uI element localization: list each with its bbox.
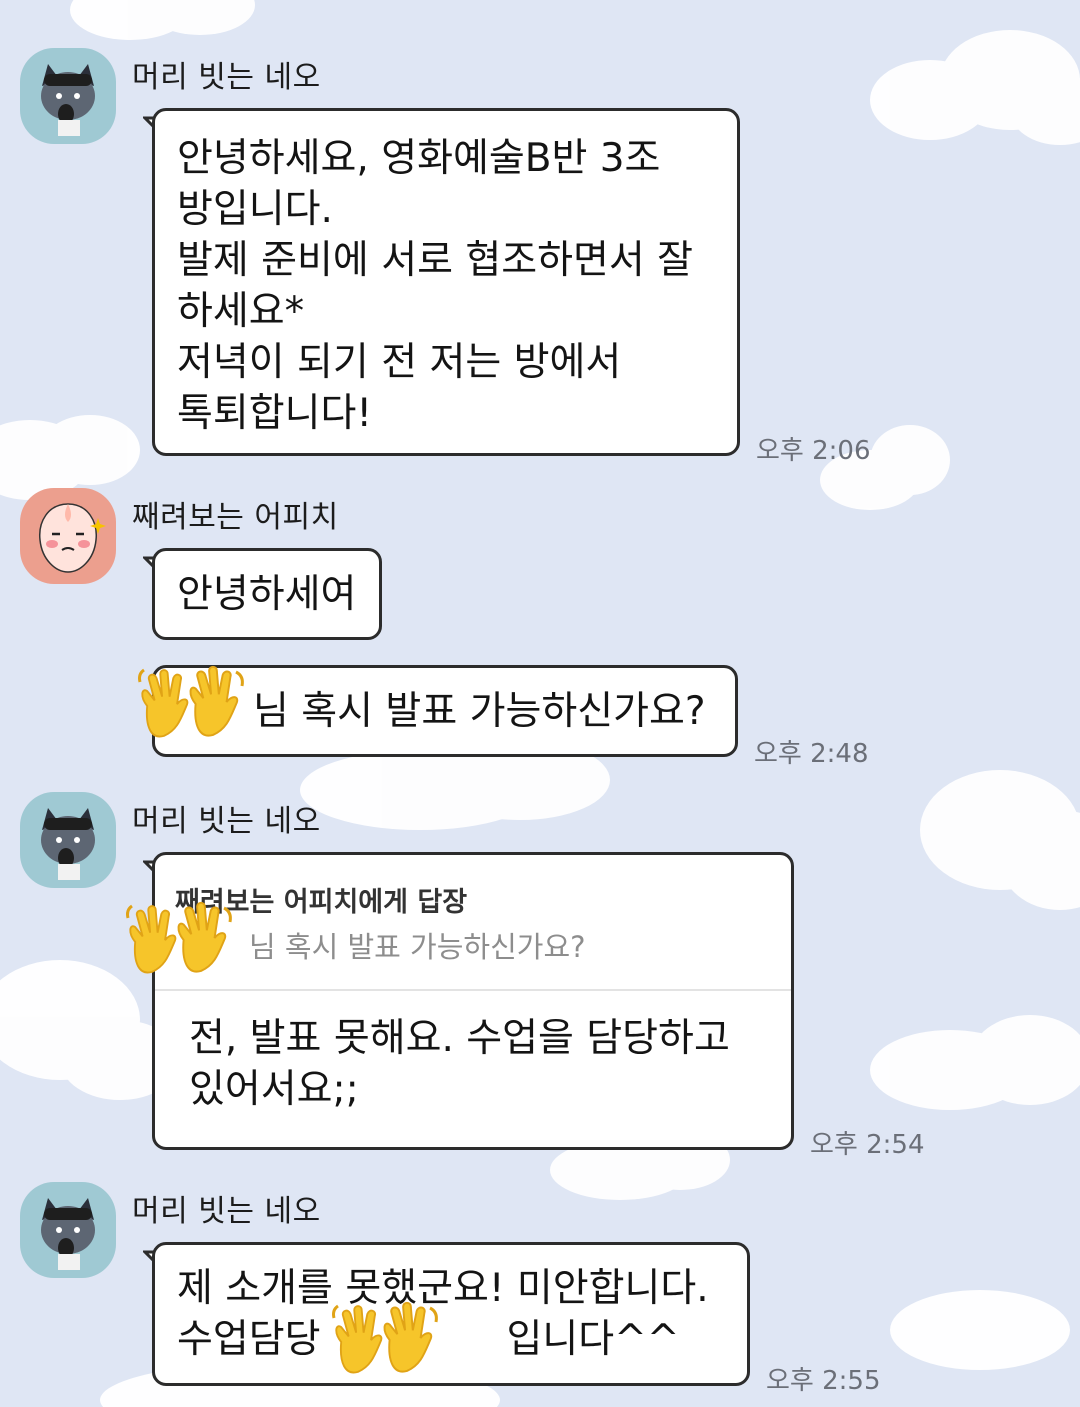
message-bubble[interactable]: 안녕하세여 <box>152 548 382 640</box>
message-text: 톡퇴합니다! <box>177 391 373 436</box>
message-text: 안녕하세요, 영화예술B반 3조 <box>177 136 661 181</box>
clapping-hands-emoji-icon <box>136 664 248 748</box>
message-text: 방입니다. <box>177 187 333 232</box>
message-text: 전, 발표 못해요. 수업을 담당하고 <box>189 1016 730 1061</box>
reply-message-bubble[interactable]: 째려보는 어피치에게 답장 님 혹시 발표 가능하신가요? 전, 발표 못해요.… <box>152 852 794 1150</box>
sender-name: 머리 빗는 네오 <box>132 1194 321 1229</box>
sender-name: 머리 빗는 네오 <box>132 804 321 839</box>
clapping-hands-emoji-icon <box>124 900 236 984</box>
timestamp: 오후 2:06 <box>756 436 871 466</box>
message-text: 있어서요;; <box>189 1067 359 1112</box>
reply-to-label: 째려보는 어피치에게 답장 <box>175 887 468 918</box>
message-text: 발제 준비에 서로 협조하면서 잘 <box>177 238 694 283</box>
sender-name: 째려보는 어피치 <box>132 500 339 535</box>
message-text: 하세요* <box>177 289 305 334</box>
clapping-hands-emoji-icon <box>330 1300 442 1384</box>
apeach-avatar-icon[interactable] <box>20 488 116 584</box>
message-text: 안녕하세여 <box>177 572 357 617</box>
message-text: 수업담당 <box>177 1317 321 1362</box>
message-bubble[interactable]: 안녕하세요, 영화예술B반 3조 방입니다. 발제 준비에 서로 협조하면서 잘… <box>152 108 740 456</box>
timestamp: 오후 2:54 <box>810 1130 925 1160</box>
reply-quote-text: 님 혹시 발표 가능하신가요? <box>249 930 586 964</box>
message-text: 입니다^^ <box>506 1317 680 1362</box>
neo-avatar-icon[interactable] <box>20 1182 116 1278</box>
neo-avatar-icon[interactable] <box>20 792 116 888</box>
message-text: 제 소개를 못했군요! 미안합니다. <box>177 1266 709 1311</box>
message-line: 수업담당 입니다^^ <box>177 1314 725 1365</box>
message-text: 님 혹시 발표 가능하신가요? <box>253 689 706 734</box>
neo-avatar-icon[interactable] <box>20 48 116 144</box>
timestamp: 오후 2:55 <box>766 1366 881 1396</box>
message-bubble[interactable]: 제 소개를 못했군요! 미안합니다. 수업담당 입니다^^ <box>152 1242 750 1386</box>
timestamp: 오후 2:48 <box>754 739 869 769</box>
reply-preview[interactable]: 째려보는 어피치에게 답장 님 혹시 발표 가능하신가요? <box>155 855 791 991</box>
sender-name: 머리 빗는 네오 <box>132 60 321 95</box>
message-text: 저녁이 되기 전 저는 방에서 <box>177 340 622 385</box>
